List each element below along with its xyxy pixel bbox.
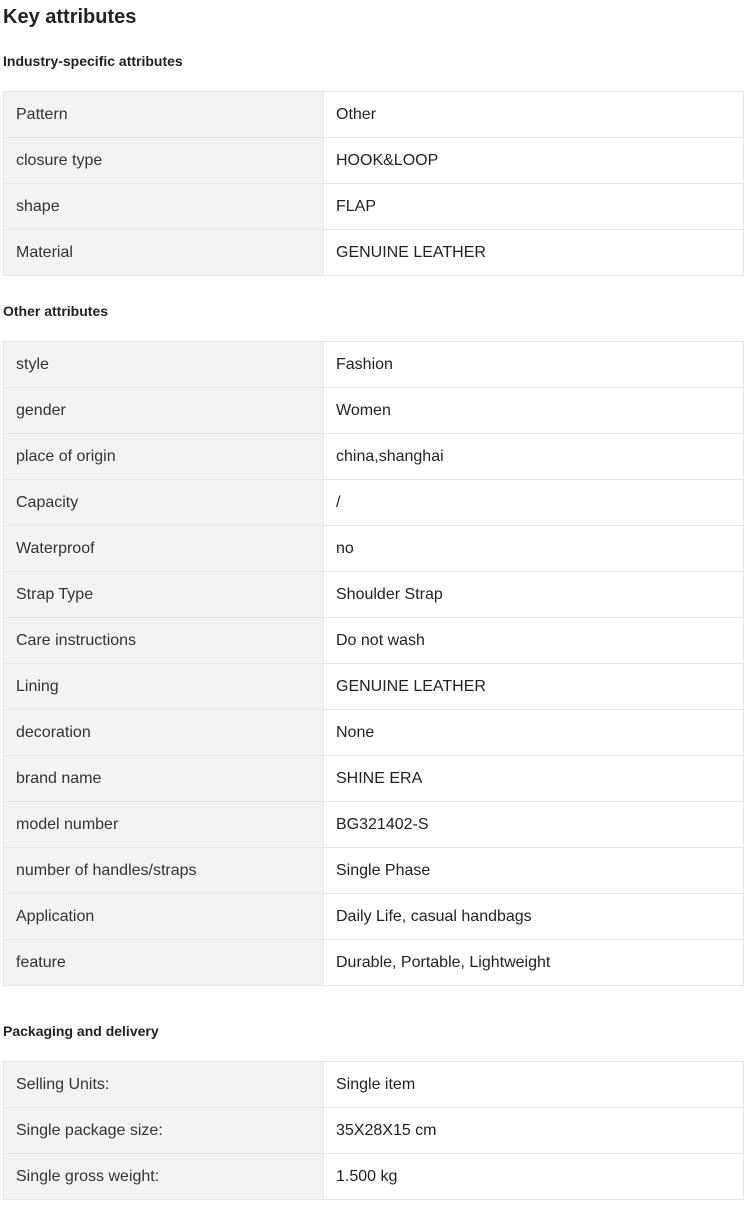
attribute-value: Single Phase	[323, 847, 744, 894]
attribute-value: GENUINE LEATHER	[323, 663, 744, 710]
table-row: Pattern Other	[3, 91, 744, 138]
attribute-value: no	[323, 525, 744, 572]
table-row: brand name SHINE ERA	[3, 755, 744, 802]
table-row: place of origin china,shanghai	[3, 433, 744, 480]
attribute-value: Daily Life, casual handbags	[323, 893, 744, 940]
attribute-value: HOOK&LOOP	[323, 137, 744, 184]
attribute-value: Other	[323, 91, 744, 138]
attribute-value: FLAP	[323, 183, 744, 230]
table-row: model number BG321402-S	[3, 801, 744, 848]
section-title-packaging: Packaging and delivery	[3, 1023, 159, 1039]
attribute-key: Lining	[3, 663, 324, 710]
table-row: shape FLAP	[3, 183, 744, 230]
table-row: Material GENUINE LEATHER	[3, 229, 744, 276]
table-row: decoration None	[3, 709, 744, 756]
table-row: Waterproof no	[3, 525, 744, 572]
attribute-value: china,shanghai	[323, 433, 744, 480]
table-row: Lining GENUINE LEATHER	[3, 663, 744, 710]
attribute-value: 1.500 kg	[323, 1153, 744, 1200]
attribute-key: Capacity	[3, 479, 324, 526]
attribute-key: gender	[3, 387, 324, 434]
table-row: closure type HOOK&LOOP	[3, 137, 744, 184]
attribute-key: shape	[3, 183, 324, 230]
table-row: number of handles/straps Single Phase	[3, 847, 744, 894]
table-row: Single gross weight: 1.500 kg	[3, 1153, 744, 1200]
attribute-key: number of handles/straps	[3, 847, 324, 894]
industry-attributes-table: Pattern Other closure type HOOK&LOOP sha…	[3, 91, 744, 276]
section-title-other: Other attributes	[3, 303, 109, 319]
table-row: Application Daily Life, casual handbags	[3, 893, 744, 940]
attribute-key: Selling Units:	[3, 1061, 324, 1108]
attribute-key: Strap Type	[3, 571, 324, 618]
attribute-key: style	[3, 341, 324, 388]
table-row: style Fashion	[3, 341, 744, 388]
attribute-value: Fashion	[323, 341, 744, 388]
attribute-key: decoration	[3, 709, 324, 756]
table-row: gender Women	[3, 387, 744, 434]
table-row: Care instructions Do not wash	[3, 617, 744, 664]
attribute-key: Application	[3, 893, 324, 940]
attribute-value: Do not wash	[323, 617, 744, 664]
table-row: feature Durable, Portable, Lightweight	[3, 939, 744, 986]
attribute-key: Single gross weight:	[3, 1153, 324, 1200]
attribute-value: Single item	[323, 1061, 744, 1108]
table-row: Selling Units: Single item	[3, 1061, 744, 1108]
attribute-key: model number	[3, 801, 324, 848]
attribute-value: Shoulder Strap	[323, 571, 744, 618]
attribute-key: Single package size:	[3, 1107, 324, 1154]
table-row: Capacity /	[3, 479, 744, 526]
attribute-value: SHINE ERA	[323, 755, 744, 802]
attribute-value: Women	[323, 387, 744, 434]
attribute-value: None	[323, 709, 744, 756]
attribute-value: GENUINE LEATHER	[323, 229, 744, 276]
page-title: Key attributes	[3, 6, 137, 28]
attribute-value: 35X28X15 cm	[323, 1107, 744, 1154]
attribute-key: closure type	[3, 137, 324, 184]
attribute-key: Pattern	[3, 91, 324, 138]
table-row: Strap Type Shoulder Strap	[3, 571, 744, 618]
section-title-industry: Industry-specific attributes	[3, 53, 183, 69]
attribute-key: Material	[3, 229, 324, 276]
attribute-value: Durable, Portable, Lightweight	[323, 939, 744, 986]
table-row: Single package size: 35X28X15 cm	[3, 1107, 744, 1154]
packaging-delivery-table: Selling Units: Single item Single packag…	[3, 1061, 744, 1200]
attribute-key: brand name	[3, 755, 324, 802]
attribute-key: Care instructions	[3, 617, 324, 664]
attribute-value: /	[323, 479, 744, 526]
attribute-key: feature	[3, 939, 324, 986]
attribute-value: BG321402-S	[323, 801, 744, 848]
attribute-key: Waterproof	[3, 525, 324, 572]
other-attributes-table: style Fashion gender Women place of orig…	[3, 341, 744, 986]
attribute-key: place of origin	[3, 433, 324, 480]
